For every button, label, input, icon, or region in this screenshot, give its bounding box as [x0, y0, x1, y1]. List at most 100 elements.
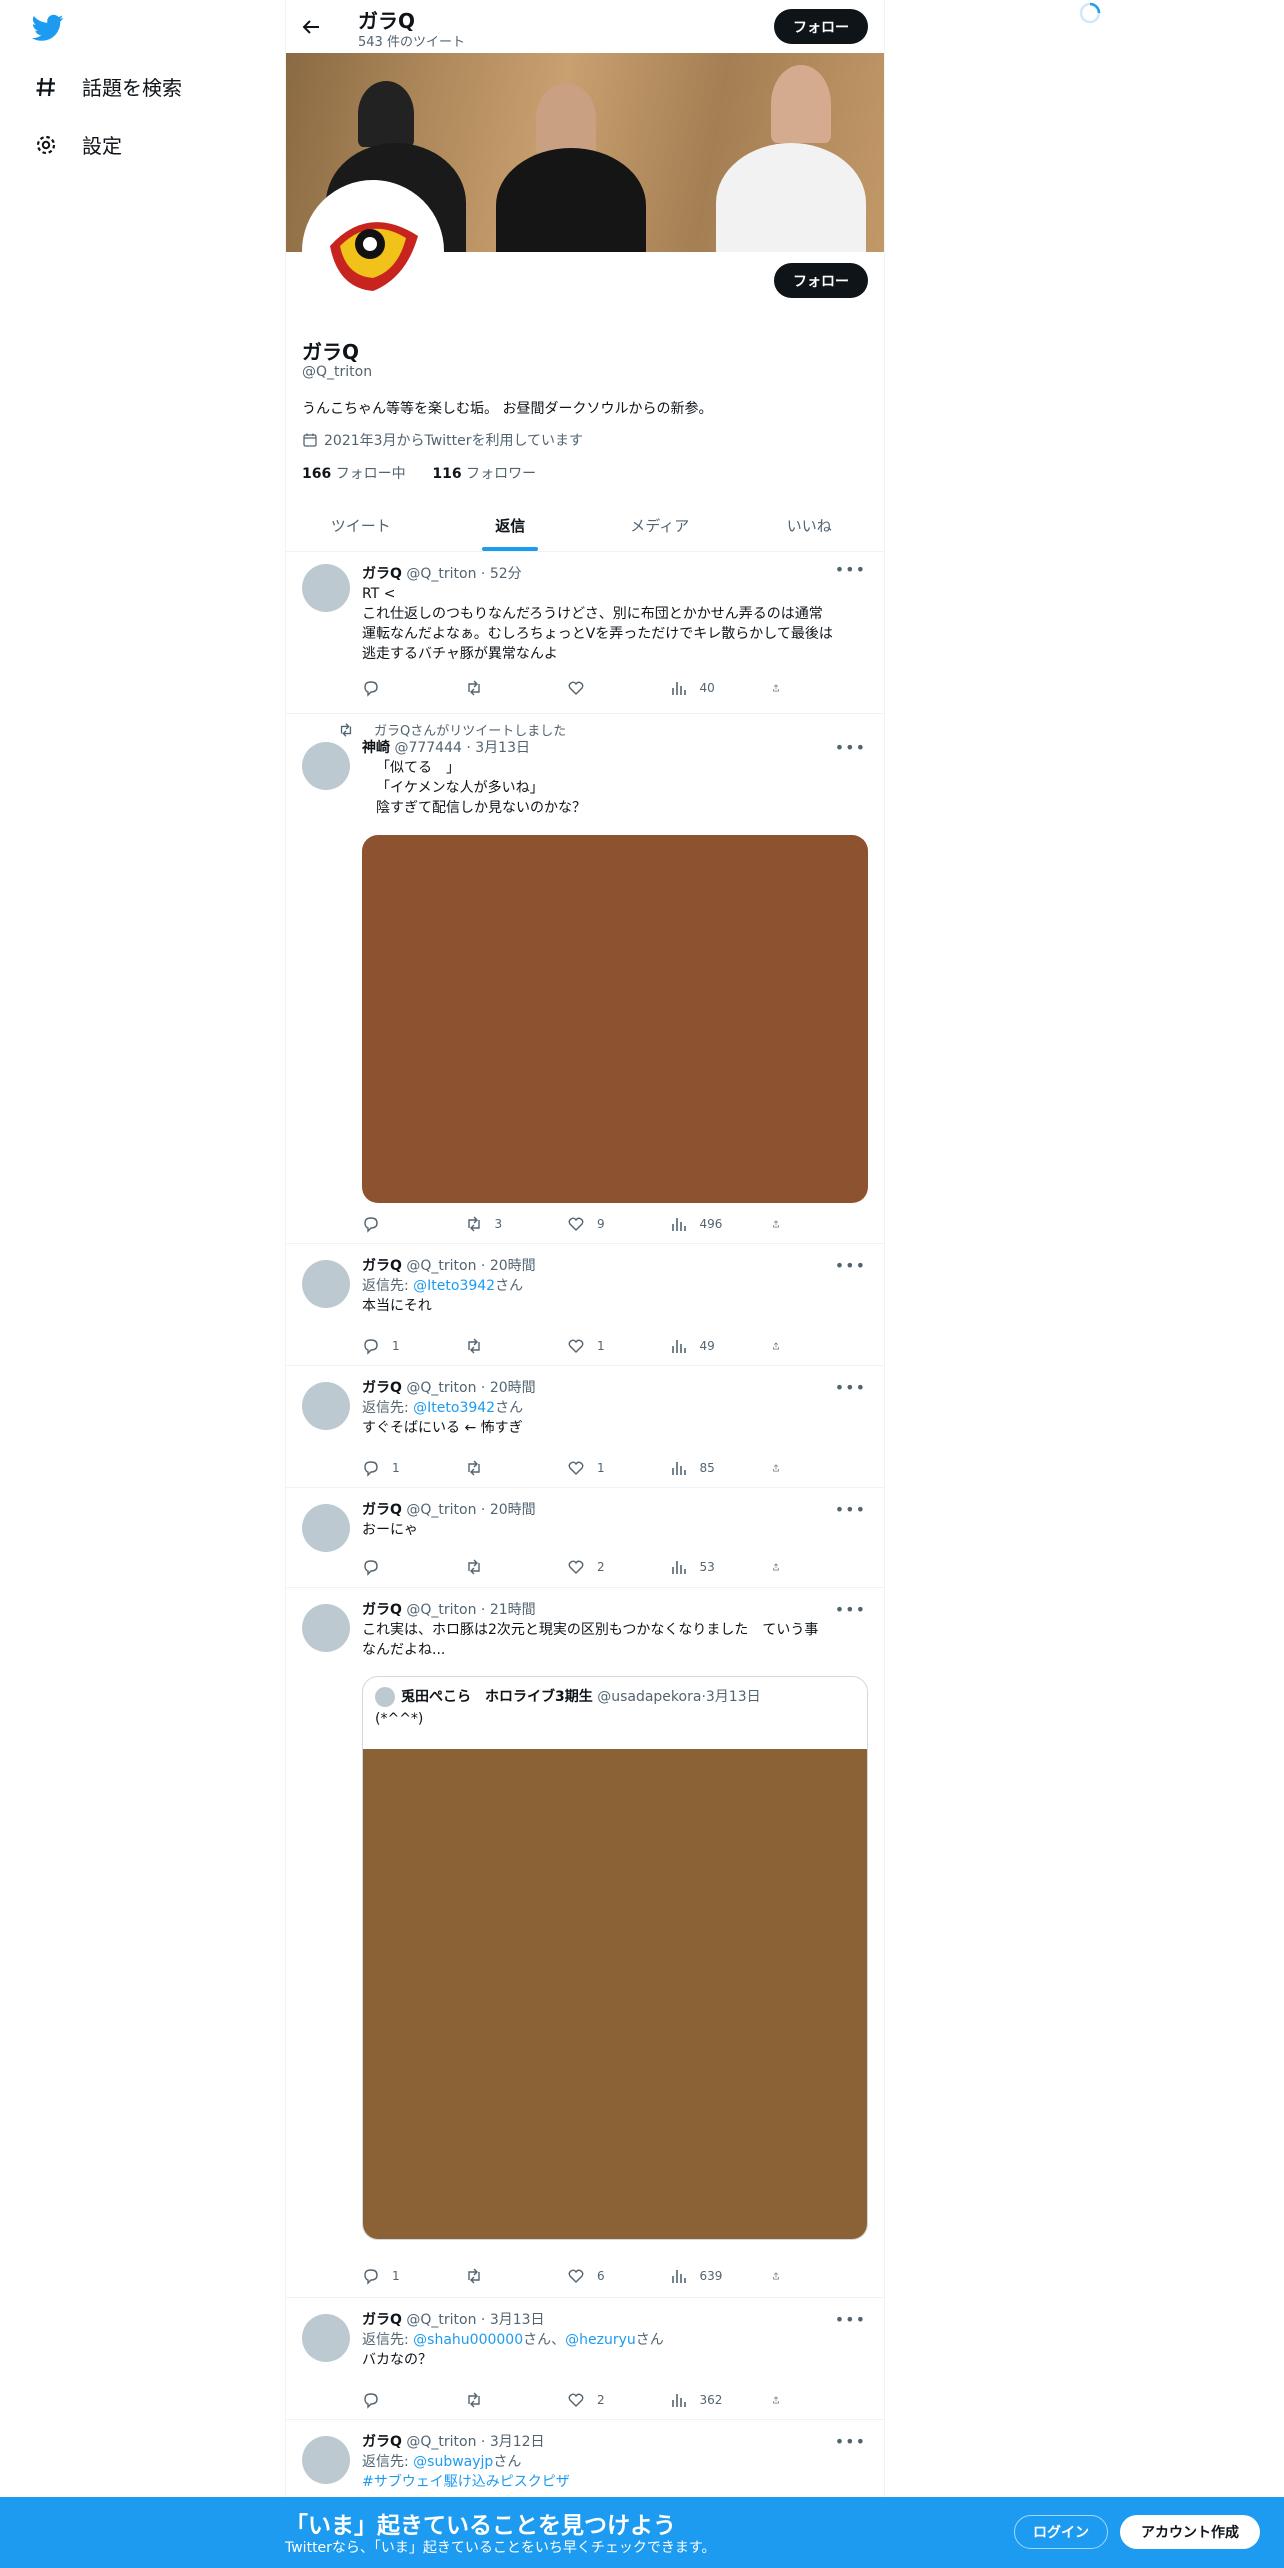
share-button[interactable] — [772, 1214, 792, 1234]
tweet-author[interactable]: ガラQ — [362, 2434, 402, 2450]
heart-icon — [568, 1461, 584, 1475]
login-button[interactable]: ログイン — [1014, 2515, 1108, 2549]
tweet[interactable]: ••• ガラQ @Q_triton · 3月13日 返信先: @shahu000… — [286, 2298, 884, 2420]
tweet-author[interactable]: ガラQ — [362, 1258, 402, 1274]
reply-button[interactable]: 1 — [362, 1458, 442, 1478]
views-button[interactable]: 362 — [670, 2390, 750, 2410]
avatar[interactable] — [302, 1260, 350, 1308]
tweet[interactable]: ••• ガラQ @Q_triton · 20時間 返信先: @Iteto3942… — [286, 1244, 884, 1366]
share-icon — [773, 1563, 779, 1571]
retweet-button[interactable] — [465, 1336, 545, 1356]
calendar-icon — [302, 432, 318, 448]
reply-to-link[interactable]: @subwayjp — [413, 2454, 493, 2470]
avatar[interactable] — [302, 742, 350, 790]
following-link[interactable]: 166 フォロー中 — [302, 466, 406, 482]
share-button[interactable] — [772, 1336, 792, 1356]
like-button[interactable]: 9 — [567, 1214, 647, 1234]
retweet-note-text[interactable]: ガラQさんがリツイートしました — [374, 720, 566, 739]
tweet-text: これ実は、ホロ豚は2次元と現実の区別もつかなくなりました ていう事 なんだよね.… — [362, 1622, 819, 1658]
tab-tweets[interactable]: ツイート — [286, 500, 436, 551]
followers-link[interactable]: 116 フォロワー — [432, 466, 536, 482]
signup-button[interactable]: アカウント作成 — [1120, 2515, 1260, 2549]
tweet-time[interactable]: 20時間 — [490, 1380, 536, 1396]
reply-to-link[interactable]: @hezuryu — [565, 2332, 636, 2348]
reply-button[interactable] — [362, 1557, 442, 1577]
like-button[interactable]: 6 — [567, 2266, 647, 2286]
like-button[interactable]: 1 — [567, 1336, 647, 1356]
views-button[interactable]: 40 — [670, 678, 750, 698]
reply-to-link[interactable]: @shahu000000 — [413, 2332, 523, 2348]
retweet-icon — [467, 680, 480, 696]
views-button[interactable]: 85 — [670, 1458, 750, 1478]
reply-to-link[interactable]: @Iteto3942 — [413, 1278, 495, 1294]
views-button[interactable]: 496 — [670, 1214, 750, 1234]
avatar[interactable] — [302, 1382, 350, 1430]
tweet-time[interactable]: 3月13日 — [475, 740, 530, 756]
views-button[interactable]: 639 — [670, 2266, 750, 2286]
share-button[interactable] — [772, 678, 792, 698]
back-arrow-icon[interactable] — [296, 12, 326, 42]
tweet-author[interactable]: ガラQ — [362, 1602, 402, 1618]
nav-explore[interactable]: 話題を検索 — [32, 72, 182, 101]
tweet[interactable]: ガラQさんがリツイートしました ••• 神崎 @777444 · 3月13日 「… — [286, 714, 884, 1244]
reply-button[interactable] — [362, 678, 442, 698]
tab-likes[interactable]: いいね — [735, 500, 885, 551]
reply-button[interactable]: 1 — [362, 2266, 442, 2286]
tweet-author[interactable]: ガラQ — [362, 1380, 402, 1396]
header-follow-button[interactable]: フォロー — [774, 9, 868, 44]
tweet[interactable]: ••• ガラQ @Q_triton · 52分 RT < これ仕返しのつもりなん… — [286, 552, 884, 714]
retweet-button[interactable] — [465, 1458, 545, 1478]
tweet-time[interactable]: 20時間 — [490, 1258, 536, 1274]
retweet-button[interactable]: 3 — [465, 1214, 545, 1234]
avatar[interactable] — [302, 564, 350, 612]
tweet-time[interactable]: 52分 — [490, 566, 522, 582]
profile-avatar[interactable] — [302, 180, 444, 322]
tweet[interactable]: ••• ガラQ @Q_triton · 21時間 これ実は、ホロ豚は2次元と現実… — [286, 1588, 884, 2298]
tweet[interactable]: ••• ガラQ @Q_triton · 20時間 返信先: @Iteto3942… — [286, 1366, 884, 1488]
heart-icon — [568, 1217, 584, 1231]
share-button[interactable] — [772, 1557, 792, 1577]
tweet-time[interactable]: 21時間 — [490, 1602, 536, 1618]
tab-media[interactable]: メディア — [585, 500, 735, 551]
tweet-time[interactable]: 3月13日 — [490, 2312, 545, 2328]
twitter-logo-icon[interactable] — [31, 14, 64, 44]
like-button[interactable] — [567, 678, 647, 698]
reply-button[interactable] — [362, 2390, 442, 2410]
retweet-note: ガラQさんがリツイートしました — [338, 720, 566, 739]
nav-settings[interactable]: 設定 — [32, 130, 122, 159]
quote-tweet[interactable]: 兎田ぺこら ホロライブ3期生 @usadapekora · 3月13日 (*^^… — [362, 1676, 868, 2240]
quote-image[interactable] — [363, 1749, 867, 2239]
retweet-button[interactable] — [465, 1557, 545, 1577]
share-button[interactable] — [772, 1458, 792, 1478]
reply-icon — [364, 1461, 378, 1477]
tweet[interactable]: ••• ガラQ @Q_triton · 20時間 おーにゃ 2 53 — [286, 1488, 884, 1588]
share-button[interactable] — [772, 2390, 792, 2410]
tweet-author[interactable]: ガラQ — [362, 1502, 402, 1518]
tweet-time[interactable]: 3月12日 — [490, 2434, 545, 2450]
reply-icon — [364, 2269, 378, 2285]
views-button[interactable]: 49 — [670, 1336, 750, 1356]
share-button[interactable] — [772, 2266, 792, 2286]
like-button[interactable]: 2 — [567, 2390, 647, 2410]
tweet-time[interactable]: 20時間 — [490, 1502, 536, 1518]
tweet-author[interactable]: ガラQ — [362, 2312, 402, 2328]
retweet-button[interactable] — [465, 678, 545, 698]
like-button[interactable]: 2 — [567, 1557, 647, 1577]
reply-to-link[interactable]: @Iteto3942 — [413, 1400, 495, 1416]
avatar[interactable] — [302, 1504, 350, 1552]
avatar[interactable] — [302, 1604, 350, 1652]
tweet-author[interactable]: 神崎 — [362, 740, 390, 756]
tab-replies[interactable]: 返信 — [436, 500, 586, 551]
avatar[interactable] — [302, 2314, 350, 2362]
reply-button[interactable]: 1 — [362, 1336, 442, 1356]
reply-button[interactable] — [362, 1214, 442, 1234]
tweet-image[interactable] — [362, 835, 868, 1203]
avatar[interactable] — [302, 2436, 350, 2484]
tweet-author[interactable]: ガラQ — [362, 566, 402, 582]
views-button[interactable]: 53 — [670, 1557, 750, 1577]
like-button[interactable]: 1 — [567, 1458, 647, 1478]
hashtag-link[interactable]: #サブウェイ駆け込みピスクピザ — [362, 2472, 868, 2492]
profile-follow-button[interactable]: フォロー — [774, 263, 868, 298]
retweet-button[interactable] — [465, 2266, 545, 2286]
retweet-button[interactable] — [465, 2390, 545, 2410]
